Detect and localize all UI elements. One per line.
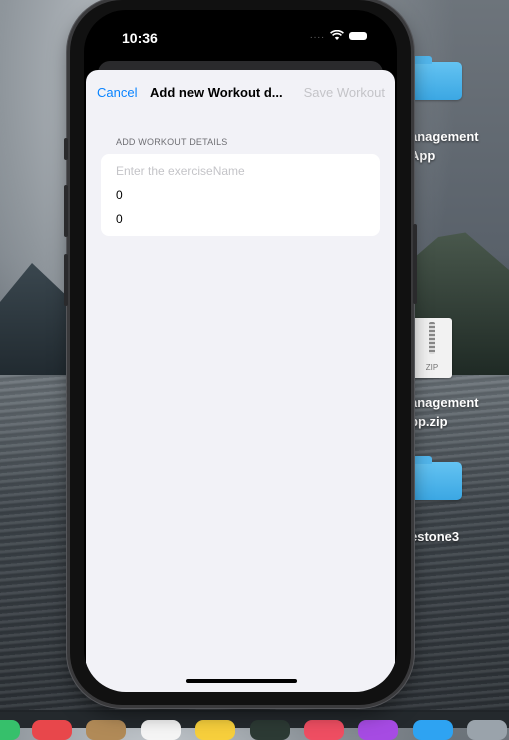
form-card: Enter the exerciseName 0 0: [101, 154, 380, 236]
volume-down-button: [64, 254, 68, 306]
wallpaper-mountain-left: [0, 263, 80, 380]
desktop-item-label: anagement: [410, 395, 479, 410]
calendar-icon[interactable]: [32, 720, 72, 740]
add-workout-sheet: Cancel Add new Workout d... Save Workout…: [86, 70, 395, 692]
dock-app-icon[interactable]: [86, 720, 126, 740]
dock-app-icon[interactable]: [250, 720, 290, 740]
phone-screen: 10:36 .... Cancel Add new Workout d... S…: [84, 10, 397, 692]
home-indicator: [186, 679, 297, 683]
battery-icon: [349, 31, 367, 40]
podcasts-icon[interactable]: [358, 720, 398, 740]
status-icons: ....: [310, 30, 367, 41]
notes-icon[interactable]: [195, 720, 235, 740]
dock: [0, 712, 509, 740]
cancel-button[interactable]: Cancel: [97, 85, 137, 100]
folder-icon: [410, 56, 462, 100]
save-workout-button[interactable]: Save Workout: [304, 85, 385, 100]
volume-up-button: [64, 185, 68, 237]
numeric-field-2[interactable]: 0: [116, 212, 123, 226]
dock-app-icon[interactable]: [304, 720, 344, 740]
desktop-item-label: App: [410, 148, 436, 163]
dock-app-icon[interactable]: [0, 720, 20, 740]
signal-icon: ....: [309, 30, 325, 41]
numeric-field-1[interactable]: 0: [116, 188, 123, 202]
dock-app-icon[interactable]: [467, 720, 507, 740]
status-bar: 10:36 ....: [84, 10, 397, 60]
section-header: ADD WORKOUT DETAILS: [116, 137, 228, 147]
app-store-icon[interactable]: [413, 720, 453, 740]
mute-switch: [64, 138, 68, 160]
desktop-item-label: pp.zip: [410, 414, 448, 429]
desktop-item-label: anagement: [410, 129, 479, 144]
status-time: 10:36: [122, 30, 158, 46]
dock-app-icon[interactable]: [141, 720, 181, 740]
folder-icon: [410, 456, 462, 500]
desktop-item-label: estone3: [410, 529, 460, 544]
wifi-icon: [330, 30, 344, 40]
nav-title: Add new Workout d...: [150, 85, 283, 100]
iphone-simulator: 10:36 .... Cancel Add new Workout d... S…: [64, 0, 417, 705]
navigation-bar: Cancel Add new Workout d... Save Workout: [86, 70, 395, 114]
power-button: [413, 224, 417, 304]
zip-file-icon: ZIP: [412, 318, 452, 378]
exercise-name-field[interactable]: Enter the exerciseName: [116, 164, 245, 178]
